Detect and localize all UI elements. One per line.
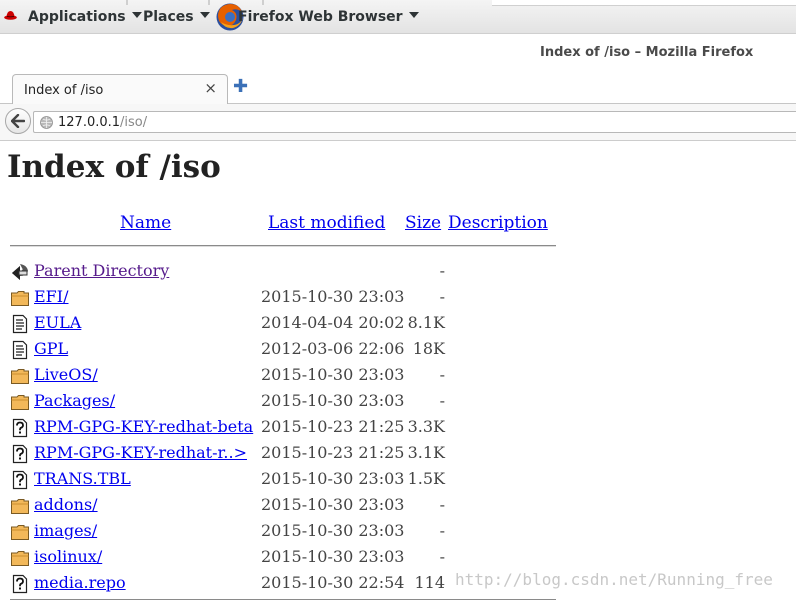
parent-directory-link[interactable]: Parent Directory — [34, 261, 169, 280]
last-modified-cell: 2015-10-30 22:54 — [261, 573, 405, 592]
last-modified-cell: 2015-10-30 23:03 — [261, 469, 405, 488]
text-file-icon — [10, 340, 30, 360]
column-header-size[interactable]: Size — [405, 213, 441, 233]
chevron-down-icon — [408, 12, 419, 18]
size-cell: - — [439, 495, 445, 514]
chevron-down-icon — [199, 12, 210, 18]
back-button[interactable] — [5, 108, 31, 134]
folder-icon — [10, 496, 30, 516]
file-link[interactable]: media.repo — [34, 573, 126, 592]
table-row: TRANS.TBL 2015-10-30 23:03 1.5K — [0, 467, 796, 493]
size-cell: - — [439, 365, 445, 384]
tab-index-of-iso[interactable]: Index of /iso × — [12, 74, 228, 104]
column-header-last-modified[interactable]: Last modified — [268, 213, 385, 233]
redhat-logo-icon[interactable] — [4, 10, 17, 20]
folder-icon — [10, 548, 30, 568]
column-header-name[interactable]: Name — [120, 213, 171, 233]
size-cell: 3.3K — [407, 417, 445, 436]
size-cell: - — [439, 261, 445, 280]
folder-icon — [10, 288, 30, 308]
tab-label: Index of /iso — [24, 83, 104, 98]
firefox-menu[interactable]: Firefox Web Browser — [238, 9, 419, 25]
places-label: Places — [143, 9, 194, 25]
applications-menu[interactable]: Applications — [28, 9, 142, 25]
file-link[interactable]: EULA — [34, 313, 81, 332]
places-menu[interactable]: Places — [143, 9, 210, 25]
file-link[interactable]: Packages/ — [34, 391, 115, 410]
page-title: Index of /iso — [7, 149, 221, 185]
url-bar[interactable]: 127.0.0.1/iso/ — [33, 111, 796, 133]
table-row: Parent Directory - — [0, 259, 796, 285]
last-modified-cell: 2015-10-30 23:03 — [261, 391, 405, 410]
file-link[interactable]: EFI/ — [34, 287, 69, 306]
file-link[interactable]: isolinux/ — [34, 547, 102, 566]
size-cell: 3.1K — [407, 443, 445, 462]
unknown-file-icon — [10, 574, 30, 594]
applications-label: Applications — [28, 9, 126, 25]
table-row: images/2015-10-30 23:03 - — [0, 519, 796, 545]
url-path: /iso/ — [120, 115, 148, 130]
table-row: RPM-GPG-KEY-redhat-beta 2015-10-23 21:25 3… — [0, 415, 796, 441]
last-modified-cell: 2015-10-23 21:25 — [261, 443, 405, 462]
watermark: http://blog.csdn.net/Running_free — [455, 570, 773, 589]
back-arrow-icon — [10, 262, 30, 282]
size-cell: - — [439, 547, 445, 566]
unknown-file-icon — [10, 444, 30, 464]
firefox-menu-label: Firefox Web Browser — [238, 9, 403, 25]
last-modified-cell: 2015-10-30 23:03 — [261, 287, 405, 306]
last-modified-cell: 2015-10-30 23:03 — [261, 365, 405, 384]
table-row: GPL 2012-03-06 22:06 18K — [0, 337, 796, 363]
size-cell: - — [439, 287, 445, 306]
close-tab-icon[interactable]: × — [204, 81, 217, 96]
table-row: isolinux/2015-10-30 23:03 - — [0, 545, 796, 571]
url-text: 127.0.0.1/iso/ — [58, 115, 147, 130]
table-row: RPM-GPG-KEY-redhat-r..> 2015-10-23 21:25 3… — [0, 441, 796, 467]
table-row: addons/2015-10-30 23:03 - — [0, 493, 796, 519]
size-cell: 8.1K — [407, 313, 445, 332]
window-title: Index of /iso – Mozilla Firefox — [540, 45, 754, 60]
size-cell: - — [439, 521, 445, 540]
file-link[interactable]: RPM-GPG-KEY-redhat-beta — [34, 417, 253, 436]
file-link[interactable]: LiveOS/ — [34, 365, 98, 384]
unknown-file-icon — [10, 470, 30, 490]
globe-icon — [40, 116, 53, 129]
size-cell: - — [439, 391, 445, 410]
size-cell: 1.5K — [407, 469, 445, 488]
header-divider — [10, 245, 556, 247]
table-row: Packages/2015-10-30 23:03 - — [0, 389, 796, 415]
file-link[interactable]: images/ — [34, 521, 97, 540]
folder-icon — [10, 392, 30, 412]
last-modified-cell: 2015-10-23 21:25 — [261, 417, 405, 436]
column-header-description[interactable]: Description — [448, 213, 548, 233]
table-row: EFI/2015-10-30 23:03 - — [0, 285, 796, 311]
folder-icon — [10, 366, 30, 386]
file-link[interactable]: RPM-GPG-KEY-redhat-r..> — [34, 443, 247, 462]
last-modified-cell: 2015-10-30 23:03 — [261, 495, 405, 514]
tab-bar: Index of /iso × ✚ — [0, 72, 796, 104]
last-modified-cell: 2015-10-30 23:03 — [261, 521, 405, 540]
file-link[interactable]: TRANS.TBL — [34, 469, 131, 488]
page-content: Index of /iso Name Last modified Size De… — [0, 141, 796, 600]
back-arrow-icon — [11, 114, 25, 128]
navigation-bar: 127.0.0.1/iso/ — [0, 104, 796, 141]
chevron-down-icon — [131, 12, 142, 18]
last-modified-cell: 2015-10-30 23:03 — [261, 547, 405, 566]
last-modified-cell: 2014-04-04 20:02 — [261, 313, 405, 332]
new-tab-icon[interactable]: ✚ — [233, 78, 248, 96]
url-host: 127.0.0.1 — [58, 115, 121, 130]
size-cell: 114 — [414, 573, 445, 592]
folder-icon — [10, 522, 30, 542]
table-row: LiveOS/2015-10-30 23:03 - — [0, 363, 796, 389]
file-link[interactable]: addons/ — [34, 495, 98, 514]
table-row: EULA 2014-04-04 20:02 8.1K — [0, 311, 796, 337]
size-cell: 18K — [412, 339, 445, 358]
unknown-file-icon — [10, 418, 30, 438]
file-link[interactable]: GPL — [34, 339, 68, 358]
last-modified-cell: 2012-03-06 22:06 — [261, 339, 405, 358]
top-panel: Applications Places Firefox Web Browser — [0, 0, 796, 34]
text-file-icon — [10, 314, 30, 334]
